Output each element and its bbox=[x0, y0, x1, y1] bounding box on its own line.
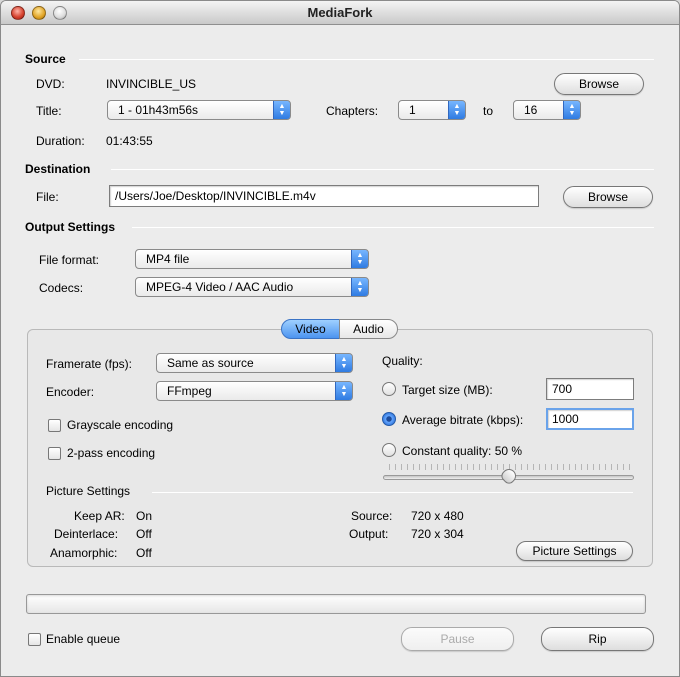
picture-settings-divider bbox=[152, 492, 633, 493]
duration-label: Duration: bbox=[36, 134, 85, 148]
chapter-end-select[interactable]: 16 ▲ ▼ bbox=[513, 100, 581, 120]
tab-audio[interactable]: Audio bbox=[339, 319, 398, 339]
picture-settings-button[interactable]: Picture Settings bbox=[516, 541, 633, 561]
average-bitrate-radio[interactable] bbox=[382, 412, 396, 426]
framerate-select[interactable]: Same as source ▲ ▼ bbox=[156, 353, 353, 373]
codecs-select[interactable]: MPEG-4 Video / AAC Audio ▲ ▼ bbox=[135, 277, 369, 297]
up-down-arrows-icon: ▲ ▼ bbox=[273, 101, 290, 119]
grayscale-checkbox[interactable] bbox=[48, 419, 61, 432]
output-settings-divider bbox=[132, 227, 654, 228]
anamorphic-value: Off bbox=[136, 546, 152, 560]
destination-divider bbox=[111, 169, 654, 170]
two-pass-checkbox[interactable] bbox=[48, 447, 61, 460]
chapter-end-value: 16 bbox=[524, 103, 538, 117]
mediafork-window: MediaFork Source DVD: INVINCIBLE_US Brow… bbox=[0, 0, 680, 677]
chapter-start-select[interactable]: 1 ▲ ▼ bbox=[398, 100, 466, 120]
destination-file-field[interactable]: /Users/Joe/Desktop/INVINCIBLE.m4v bbox=[109, 185, 539, 207]
average-bitrate-field[interactable]: 1000 bbox=[546, 408, 634, 430]
codecs-label: Codecs: bbox=[39, 281, 84, 295]
up-down-arrows-icon: ▲ ▼ bbox=[351, 278, 368, 296]
source-browse-button[interactable]: Browse bbox=[554, 73, 644, 95]
duration-value: 01:43:55 bbox=[106, 134, 153, 148]
output-settings-heading: Output Settings bbox=[25, 220, 115, 234]
framerate-label: Framerate (fps): bbox=[46, 357, 133, 371]
up-down-arrows-icon: ▲ ▼ bbox=[335, 382, 352, 400]
source-size-label: Source: bbox=[351, 509, 393, 523]
up-down-arrows-icon: ▲ ▼ bbox=[351, 250, 368, 268]
up-down-arrows-icon: ▲ ▼ bbox=[448, 101, 465, 119]
title-select-value: 1 - 01h43m56s bbox=[118, 103, 199, 117]
deinterlace-value: Off bbox=[136, 527, 152, 541]
chapter-start-value: 1 bbox=[409, 103, 416, 117]
encoder-label: Encoder: bbox=[46, 385, 95, 399]
constant-quality-label: Constant quality: 50 % bbox=[402, 444, 523, 458]
rip-button[interactable]: Rip bbox=[541, 627, 654, 651]
picture-settings-heading: Picture Settings bbox=[46, 484, 131, 498]
source-divider bbox=[79, 59, 654, 60]
pause-button[interactable]: Pause bbox=[401, 627, 514, 651]
file-format-value: MP4 file bbox=[146, 252, 190, 266]
deinterlace-label: Deinterlace: bbox=[54, 527, 119, 541]
title-label: Title: bbox=[36, 104, 62, 118]
encoder-select[interactable]: FFmpeg ▲ ▼ bbox=[156, 381, 353, 401]
chapters-label: Chapters: bbox=[326, 104, 379, 118]
keep-ar-label: Keep AR: bbox=[74, 509, 125, 523]
framerate-value: Same as source bbox=[167, 356, 254, 370]
anamorphic-label: Anamorphic: bbox=[50, 546, 118, 560]
dvd-label: DVD: bbox=[36, 77, 65, 91]
output-size-value: 720 x 304 bbox=[411, 527, 464, 541]
constant-quality-radio[interactable] bbox=[382, 443, 396, 457]
dvd-value: INVINCIBLE_US bbox=[106, 77, 197, 91]
progress-bar bbox=[26, 594, 646, 614]
target-size-radio[interactable] bbox=[382, 382, 396, 396]
window-title: MediaFork bbox=[307, 5, 373, 20]
file-format-select[interactable]: MP4 file ▲ ▼ bbox=[135, 249, 369, 269]
up-down-arrows-icon: ▲ ▼ bbox=[563, 101, 580, 119]
enable-queue-label: Enable queue bbox=[46, 632, 121, 646]
file-label: File: bbox=[36, 190, 59, 204]
target-size-field[interactable]: 700 bbox=[546, 378, 634, 400]
quality-label: Quality: bbox=[382, 354, 423, 368]
up-down-arrows-icon: ▲ ▼ bbox=[335, 354, 352, 372]
target-size-label: Target size (MB): bbox=[402, 383, 493, 397]
source-size-value: 720 x 480 bbox=[411, 509, 464, 523]
tab-video[interactable]: Video bbox=[281, 319, 340, 339]
enable-queue-checkbox[interactable] bbox=[28, 633, 41, 646]
title-select[interactable]: 1 - 01h43m56s ▲ ▼ bbox=[107, 100, 291, 120]
title-bar: MediaFork bbox=[1, 1, 679, 25]
average-bitrate-label: Average bitrate (kbps): bbox=[402, 413, 524, 427]
grayscale-label: Grayscale encoding bbox=[67, 418, 174, 432]
file-format-label: File format: bbox=[39, 253, 100, 267]
destination-browse-button[interactable]: Browse bbox=[563, 186, 653, 208]
chapter-to-label: to bbox=[483, 104, 494, 118]
encoder-value: FFmpeg bbox=[167, 384, 212, 398]
source-heading: Source bbox=[25, 52, 66, 66]
output-size-label: Output: bbox=[349, 527, 389, 541]
two-pass-label: 2-pass encoding bbox=[67, 446, 156, 460]
destination-heading: Destination bbox=[25, 162, 91, 176]
keep-ar-value: On bbox=[136, 509, 153, 523]
codecs-value: MPEG-4 Video / AAC Audio bbox=[146, 280, 294, 294]
